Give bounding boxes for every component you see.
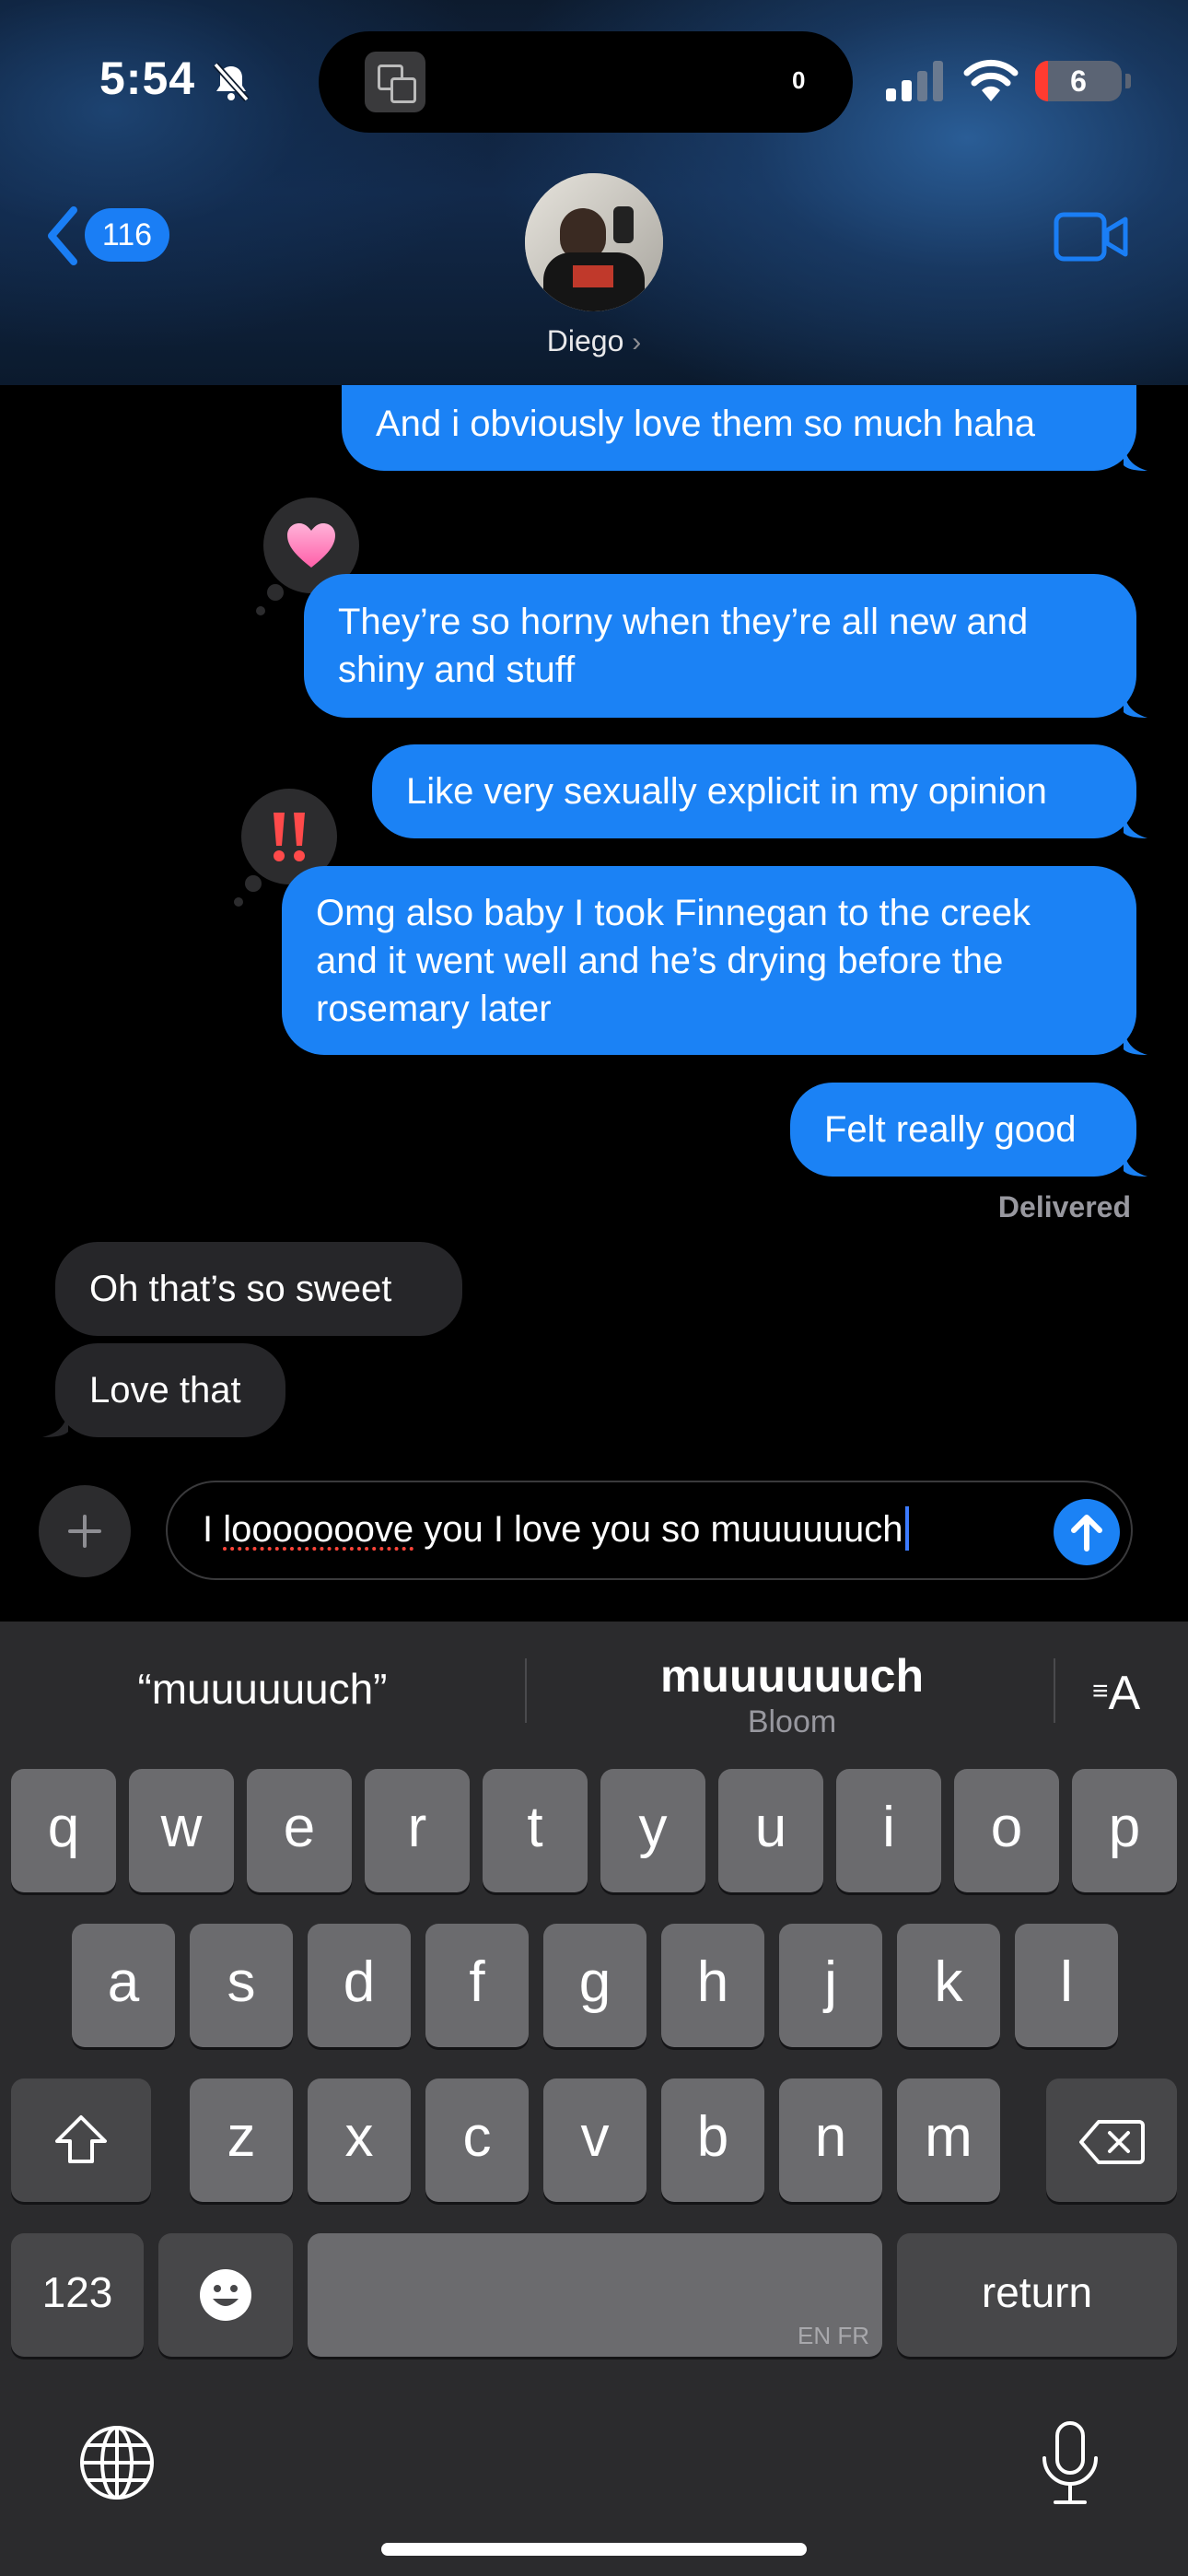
emoji-key[interactable] [158, 2233, 293, 2357]
sent-message-bubble[interactable]: Omg also baby I took Finnegan to the cre… [282, 866, 1147, 1055]
text-cursor [904, 1506, 909, 1551]
key-i[interactable]: i [836, 1769, 941, 1892]
sent-message-bubble[interactable]: They’re so horny when they’re all new an… [304, 574, 1147, 718]
keyboard: “muuuuuuch” muuuuuuch Bloom ≡A q w e r t… [0, 1622, 1188, 2576]
key-y[interactable]: y [600, 1769, 705, 1892]
text-format-icon: ≡ [1092, 1676, 1109, 1706]
key-f[interactable]: f [425, 1924, 529, 2047]
message-text-line: shiny and stuff [338, 650, 576, 690]
key-l[interactable]: l [1015, 1924, 1118, 2047]
message-text-line: and it went well and he’s drying before … [316, 941, 1004, 981]
status-time: 5:54 [99, 53, 196, 104]
island-count: 0 [792, 66, 806, 94]
shift-icon [55, 2115, 107, 2163]
delete-backspace-icon [1079, 2120, 1145, 2164]
key-c[interactable]: c [425, 2078, 529, 2202]
input-text-prefix: I [203, 1509, 224, 1550]
key-j[interactable]: j [779, 1924, 882, 2047]
contact-name[interactable]: Diego › [0, 324, 1188, 358]
contact-avatar[interactable] [525, 173, 663, 311]
key-e[interactable]: e [247, 1769, 352, 1892]
space-key[interactable]: EN FR [308, 2233, 882, 2357]
message-input-text: I looooooove you I love you so muuuuuuch [203, 1506, 909, 1551]
suggestion-effect-word: muuuuuuch [659, 1650, 925, 1702]
plus-icon [68, 1515, 101, 1548]
received-message-bubble[interactable]: Oh that’s so sweet [55, 1242, 462, 1336]
sent-message-bubble[interactable]: Felt really good [790, 1083, 1147, 1177]
video-call-icon[interactable] [1054, 212, 1129, 262]
return-key[interactable]: return [897, 2233, 1177, 2357]
message-text-line: Omg also baby I took Finnegan to the cre… [316, 893, 1031, 933]
conversation-header: 5:54 0 6 116 Diego › [0, 0, 1188, 385]
chevron-right-icon: › [632, 327, 642, 357]
emoji-icon [200, 2269, 251, 2321]
heart-tapback-icon [287, 523, 335, 568]
key-a[interactable]: a [72, 1924, 175, 2047]
back-chevron-icon[interactable] [44, 206, 81, 265]
battery-level: 6 [1070, 64, 1087, 98]
received-message-bubble[interactable]: Love that [42, 1343, 285, 1437]
sent-message-bubble[interactable]: Like very sexually explicit in my opinio… [372, 744, 1147, 838]
key-g[interactable]: g [543, 1924, 646, 2047]
globe-icon[interactable] [79, 2425, 155, 2500]
key-m[interactable]: m [897, 2078, 1000, 2202]
delivered-status: Delivered [997, 1190, 1131, 1224]
bell-slash-icon [213, 62, 250, 102]
battery-icon: 6 [1035, 61, 1131, 101]
key-k[interactable]: k [897, 1924, 1000, 2047]
sent-message-bubble[interactable]: And i obviously love them so much haha [342, 385, 1147, 471]
message-text: Like very sexually explicit in my opinio… [406, 771, 1047, 812]
arrow-up-icon [1071, 1515, 1102, 1551]
message-text-line: rosemary later [316, 989, 552, 1029]
key-z[interactable]: z [190, 2078, 293, 2202]
suggestion-effect-name: Bloom [747, 1704, 837, 1739]
input-text-suffix: you I love you so muuuuuuch [413, 1509, 903, 1550]
cellular-signal-icon [886, 61, 943, 101]
key-r[interactable]: r [365, 1769, 470, 1892]
microphone-icon[interactable] [1037, 2419, 1103, 2508]
numbers-key[interactable]: 123 [11, 2233, 144, 2357]
key-n[interactable]: n [779, 2078, 882, 2202]
suggestion-verbatim[interactable]: “muuuuuuch” [37, 1664, 488, 1714]
contact-name-text: Diego [546, 324, 624, 357]
wifi-icon [963, 59, 1019, 101]
key-d[interactable]: d [308, 1924, 411, 2047]
suggestion-text-effect[interactable]: muuuuuuch Bloom [553, 1649, 1031, 1740]
shift-key[interactable] [11, 2078, 151, 2202]
key-u[interactable]: u [718, 1769, 823, 1892]
double-exclamation-tapback-icon [274, 813, 305, 861]
key-q[interactable]: q [11, 1769, 116, 1892]
key-s[interactable]: s [190, 1924, 293, 2047]
message-text: And i obviously love them so much haha [376, 404, 1035, 444]
key-v[interactable]: v [543, 2078, 646, 2202]
apps-plus-button[interactable] [39, 1485, 131, 1577]
message-text-line: They’re so horny when they’re all new an… [338, 602, 1029, 642]
delete-key[interactable] [1046, 2078, 1177, 2202]
key-p[interactable]: p [1072, 1769, 1177, 1892]
text-format-button[interactable]: ≡A [1092, 1666, 1140, 1721]
key-w[interactable]: w [129, 1769, 234, 1892]
key-h[interactable]: h [661, 1924, 764, 2047]
message-text: Love that [89, 1370, 241, 1411]
text-format-icon-letter: A [1108, 1667, 1141, 1720]
key-t[interactable]: t [483, 1769, 588, 1892]
screen-mirror-icon [365, 52, 425, 112]
key-b[interactable]: b [661, 2078, 764, 2202]
dynamic-island [319, 31, 853, 133]
key-x[interactable]: x [308, 2078, 411, 2202]
home-indicator[interactable] [381, 2543, 807, 2556]
message-text: Oh that’s so sweet [89, 1269, 392, 1309]
message-text: Felt really good [824, 1109, 1077, 1150]
message-input[interactable]: I looooooove you I love you so muuuuuuch [166, 1481, 1133, 1580]
send-button[interactable] [1054, 1499, 1120, 1565]
back-unread-badge[interactable]: 116 [85, 208, 169, 262]
misspelled-word[interactable]: looooooove [223, 1509, 413, 1550]
key-o[interactable]: o [954, 1769, 1059, 1892]
keyboard-language-indicator: EN FR [798, 2322, 869, 2349]
